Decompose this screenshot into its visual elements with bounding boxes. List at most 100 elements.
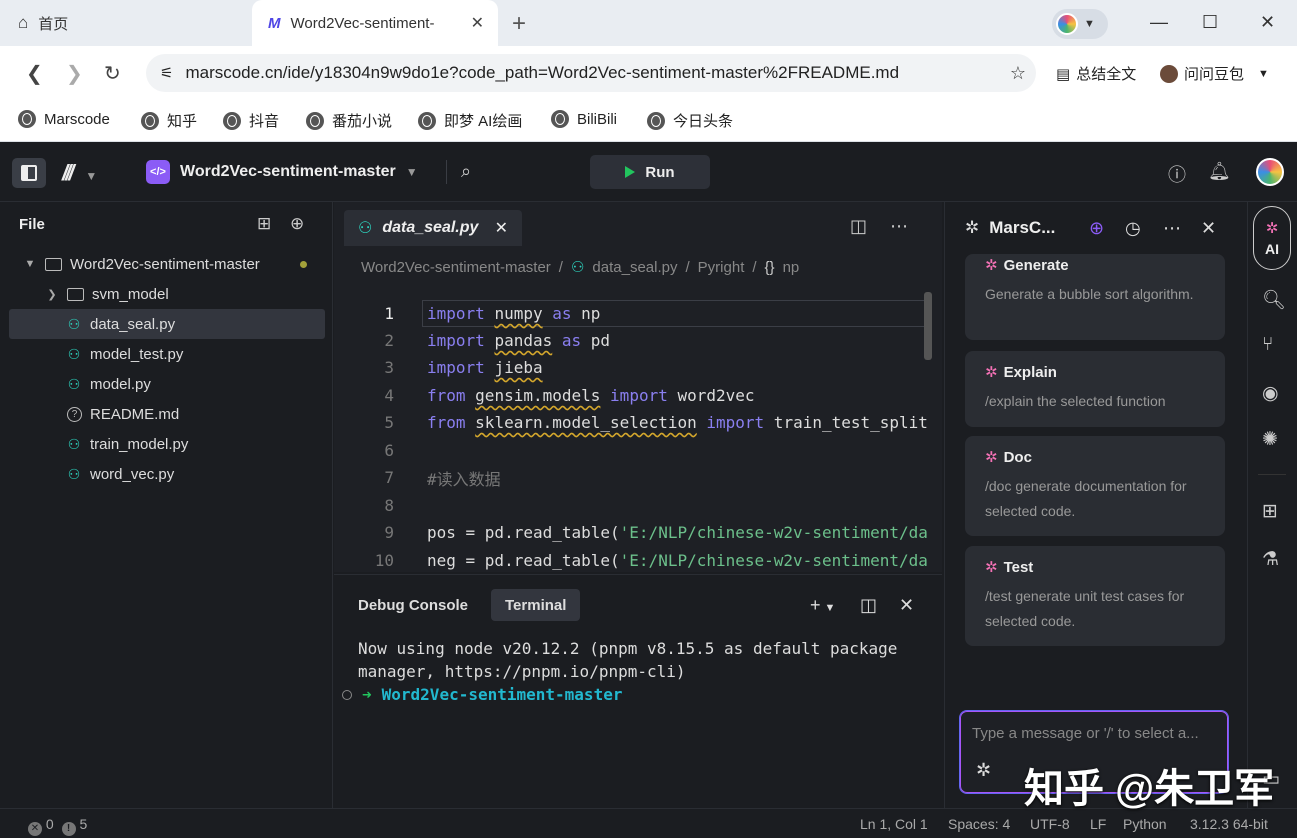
tree-item-model[interactable]: ⚇ model.py bbox=[9, 369, 325, 399]
breadcrumb-item[interactable]: Word2Vec-sentiment-master bbox=[361, 259, 551, 276]
forward-icon[interactable]: ❯ bbox=[66, 61, 83, 86]
new-file-icon[interactable]: ⊞ bbox=[257, 214, 271, 234]
search-icon[interactable]: ⌕ bbox=[461, 161, 471, 182]
split-editor-icon[interactable]: ◫ bbox=[850, 216, 867, 237]
tab-terminal[interactable]: Terminal bbox=[491, 589, 581, 621]
marscode-tab-icon: M bbox=[268, 14, 281, 32]
new-folder-icon[interactable]: ⊕ bbox=[290, 214, 304, 234]
cursor-position[interactable]: Ln 1, Col 1 bbox=[860, 816, 928, 832]
bookmark-zhihu[interactable]: 知乎 bbox=[141, 110, 197, 131]
ai-rail-button[interactable]: ✲ AI bbox=[1253, 206, 1291, 270]
ai-card-generate[interactable]: ✲ Generate Generate a bubble sort algorit… bbox=[965, 254, 1225, 340]
more-icon[interactable]: ⋯ bbox=[890, 216, 908, 237]
bug-icon[interactable]: ✺ bbox=[1262, 428, 1278, 451]
breadcrumb-item[interactable]: data_seal.py bbox=[592, 259, 677, 276]
history-icon[interactable]: ◷ bbox=[1125, 218, 1141, 239]
problems-indicator[interactable]: ✕ 0 ! 5 bbox=[28, 816, 87, 836]
line-ending[interactable]: LF bbox=[1090, 816, 1106, 832]
sparkle-icon[interactable]: ✲ bbox=[976, 760, 991, 781]
ai-card-doc[interactable]: ✲ Doc /doc generate documentation for sel… bbox=[965, 436, 1225, 536]
url-input[interactable]: ⚟ marscode.cn/ide/y18304n9w9do1e?code_pa… bbox=[146, 54, 1036, 92]
close-panel-icon[interactable]: ✕ bbox=[899, 595, 914, 616]
breadcrumb-separator: / bbox=[685, 258, 690, 276]
bookmark-jimeng[interactable]: 即梦 AI绘画 bbox=[418, 110, 522, 131]
tab-debug-console[interactable]: Debug Console bbox=[358, 589, 468, 621]
grid-icon[interactable]: ⊞ bbox=[1262, 500, 1278, 523]
editor-scrollbar[interactable] bbox=[924, 292, 932, 360]
right-activity-rail: ✲ AI 🔍︎ ⑂ ◉ ✺ ⊞ ⚗ ▭ bbox=[1247, 202, 1297, 808]
add-terminal-icon[interactable]: + ▼ bbox=[810, 595, 835, 616]
url-text: marscode.cn/ide/y18304n9w9do1e?code_path… bbox=[185, 63, 900, 82]
code-line: 8 bbox=[334, 492, 934, 519]
sparkle-icon: ✲ bbox=[965, 218, 980, 237]
terminal-prompt[interactable]: ➜ Word2Vec-sentiment-master bbox=[342, 685, 622, 704]
tree-item-model-test[interactable]: ⚇ model_test.py bbox=[9, 339, 325, 369]
tree-root-folder[interactable]: ▼ Word2Vec-sentiment-master bbox=[9, 249, 325, 279]
language-mode[interactable]: Python bbox=[1123, 816, 1167, 832]
ai-card-test[interactable]: ✲ Test /test generate unit test cases for… bbox=[965, 546, 1225, 646]
new-chat-icon[interactable]: ⊕ bbox=[1089, 218, 1104, 239]
close-tab-icon[interactable]: ✕ bbox=[471, 13, 484, 33]
bookmark-label: 即梦 AI绘画 bbox=[444, 113, 523, 130]
line-number: 10 bbox=[374, 551, 394, 570]
chevron-down-icon: ▼ bbox=[1084, 18, 1095, 30]
tree-item-readme[interactable]: ? README.md bbox=[9, 399, 325, 429]
python-interpreter[interactable]: 3.12.3 64-bit bbox=[1190, 816, 1268, 832]
bookmark-toutiao[interactable]: 今日头条 bbox=[647, 110, 733, 131]
globe-icon bbox=[141, 111, 159, 130]
bookmark-bilibili[interactable]: BiliBili bbox=[551, 110, 617, 128]
run-button[interactable]: Run bbox=[590, 155, 710, 189]
maximize-button[interactable]: ☐ bbox=[1202, 12, 1218, 33]
close-window-button[interactable]: ✕ bbox=[1260, 12, 1275, 33]
bookmark-star-icon[interactable]: ☆ bbox=[1010, 63, 1026, 84]
tab-home[interactable]: ⌂ 首页 bbox=[0, 0, 250, 46]
globe-icon bbox=[418, 111, 436, 130]
close-icon[interactable]: ✕ bbox=[495, 218, 508, 238]
new-tab-button[interactable]: + bbox=[512, 10, 526, 38]
indentation[interactable]: Spaces: 4 bbox=[948, 816, 1010, 832]
site-settings-icon[interactable]: ⚟ bbox=[160, 64, 173, 82]
globe-icon bbox=[306, 111, 324, 130]
breadcrumb-item[interactable]: Pyright bbox=[698, 259, 745, 276]
tree-item-data-seal[interactable]: ⚇ data_seal.py bbox=[9, 309, 325, 339]
bookmark-marscode[interactable]: Marscode bbox=[18, 110, 110, 128]
user-avatar[interactable] bbox=[1256, 158, 1284, 186]
code-line: 5 from sklearn.model_selection import tr… bbox=[334, 409, 934, 436]
code-text: import jieba bbox=[427, 358, 543, 377]
tree-item-train-model[interactable]: ⚇ train_model.py bbox=[9, 429, 325, 459]
flask-icon[interactable]: ⚗ bbox=[1262, 548, 1279, 571]
reload-icon[interactable]: ↻ bbox=[104, 61, 121, 86]
split-terminal-icon[interactable]: ◫ bbox=[860, 595, 877, 616]
breadcrumb-item[interactable]: np bbox=[783, 259, 800, 276]
project-selector[interactable]: </> Word2Vec-sentiment-master ▼ bbox=[146, 160, 418, 184]
code-area[interactable]: 1 import numpy as np 2 import pandas as … bbox=[334, 290, 942, 572]
help-icon[interactable]: ⓘ bbox=[1168, 161, 1186, 187]
tree-item-word-vec[interactable]: ⚇ word_vec.py bbox=[9, 459, 325, 489]
tab-marscode[interactable]: M Word2Vec-sentiment- ✕ bbox=[252, 0, 498, 46]
sidebar-toggle-button[interactable] bbox=[12, 158, 46, 188]
bookmark-fanqie[interactable]: 番茄小说 bbox=[306, 110, 392, 131]
summarize-button[interactable]: ▤ 总结全文 bbox=[1056, 63, 1136, 84]
ask-doubao-button[interactable]: 问问豆包 ▼ bbox=[1160, 63, 1269, 84]
back-icon[interactable]: ❮ bbox=[26, 61, 43, 86]
more-icon[interactable]: ⋯ bbox=[1163, 218, 1181, 239]
bookmark-douyin[interactable]: 抖音 bbox=[223, 110, 279, 131]
card-title: Test bbox=[1003, 558, 1034, 576]
git-branch-icon[interactable]: ⑂ bbox=[1262, 334, 1273, 356]
marscode-logo[interactable]: ///▼ bbox=[62, 160, 97, 186]
encoding[interactable]: UTF-8 bbox=[1030, 816, 1070, 832]
eye-icon[interactable]: ◉ bbox=[1262, 382, 1279, 405]
minimize-button[interactable]: — bbox=[1150, 12, 1168, 33]
ai-rail-label: AI bbox=[1265, 241, 1279, 257]
bell-icon[interactable]: 🔔︎ bbox=[1208, 161, 1231, 182]
file-search-icon[interactable]: 🔍︎ bbox=[1262, 288, 1286, 312]
ai-card-explain[interactable]: ✲ Explain /explain the selected function bbox=[965, 351, 1225, 427]
card-description: /test generate unit test cases for selec… bbox=[985, 588, 1185, 629]
editor-tab-data-seal[interactable]: ⚇ data_seal.py ✕ bbox=[344, 210, 522, 246]
tree-item-svm-model[interactable]: ❯ svm_model bbox=[9, 279, 325, 309]
close-icon[interactable]: ✕ bbox=[1201, 218, 1216, 239]
profile-button[interactable]: ▼ bbox=[1052, 9, 1108, 39]
error-count: 0 bbox=[45, 816, 54, 832]
braces-icon: {} bbox=[764, 258, 775, 276]
code-text: import pandas as pd bbox=[427, 331, 611, 350]
